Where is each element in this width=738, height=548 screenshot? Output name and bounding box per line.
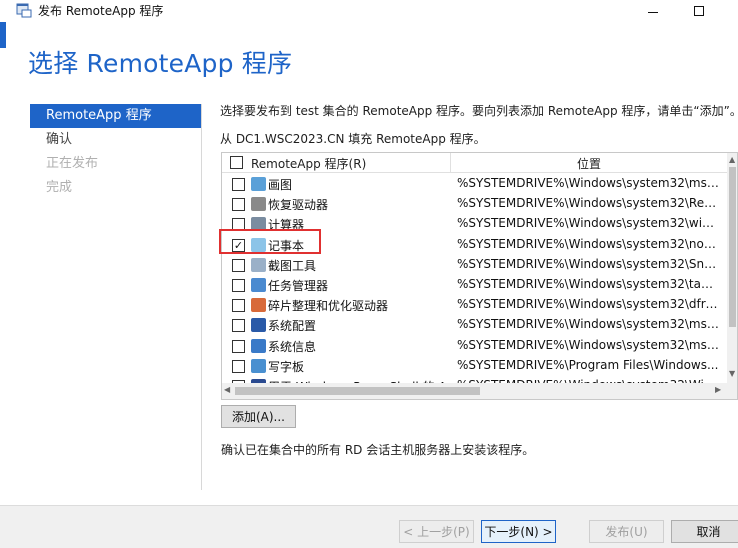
previous-button[interactable]: < 上一步(P) — [399, 520, 474, 543]
row-checkbox[interactable] — [232, 278, 245, 292]
vertical-scrollbar[interactable]: ▲ ▼ — [727, 153, 737, 383]
select-all-checkbox[interactable] — [230, 156, 243, 169]
app-name: 画图 — [268, 178, 293, 192]
list-rows: 画图 %SYSTEMDRIVE%\Windows\system32\msp...… — [222, 174, 727, 388]
minimize-icon — [648, 11, 658, 13]
instruction-text: 选择要发布到 test 集合的 RemoteApp 程序。要向列表添加 Remo… — [220, 104, 738, 118]
row-checkbox[interactable] — [232, 299, 245, 313]
cancel-button[interactable]: 取消 — [671, 520, 738, 543]
app-location: %SYSTEMDRIVE%\Windows\system32\Rec... — [457, 196, 719, 211]
task-manager-icon — [251, 277, 266, 292]
scroll-up-icon[interactable]: ▲ — [729, 155, 735, 164]
confirm-text: 确认已在集合中的所有 RD 会话主机服务器上安装该程序。 — [221, 443, 535, 457]
list-item[interactable]: 恢复驱动器 %SYSTEMDRIVE%\Windows\system32\Rec… — [222, 194, 727, 214]
remoteapp-list[interactable]: RemoteApp 程序(R) 位置 画图 %SYSTEMDRIVE%\Wind… — [221, 152, 738, 400]
minimize-button[interactable] — [630, 0, 676, 22]
app-name: 恢复驱动器 — [268, 198, 329, 213]
window-accent-bar — [0, 22, 6, 48]
app-location: %SYSTEMDRIVE%\Program Files\Windows... — [457, 357, 719, 372]
maximize-icon — [694, 6, 704, 16]
row-checkbox[interactable] — [232, 258, 245, 272]
app-location: %SYSTEMDRIVE%\Windows\system32\dfrg... — [457, 297, 719, 312]
column-header-location[interactable]: 位置 — [451, 155, 727, 172]
column-header-name[interactable]: RemoteApp 程序(R) — [251, 155, 366, 172]
app-location: %SYSTEMDRIVE%\Windows\system32\msc... — [457, 317, 719, 332]
list-item[interactable]: 截图工具 %SYSTEMDRIVE%\Windows\system32\Snip… — [222, 255, 727, 275]
row-checkbox[interactable] — [232, 178, 245, 191]
app-name: 写字板 — [268, 359, 305, 374]
list-item[interactable]: 碎片整理和优化驱动器 %SYSTEMDRIVE%\Windows\system3… — [222, 295, 727, 315]
list-item[interactable]: 任务管理器 %SYSTEMDRIVE%\Windows\system32\tas… — [222, 275, 727, 295]
app-location: %SYSTEMDRIVE%\Windows\system32\Snip... — [457, 256, 719, 271]
add-button[interactable]: 添加(A)... — [221, 405, 296, 428]
vertical-scroll-thumb[interactable] — [729, 167, 736, 327]
list-header: RemoteApp 程序(R) 位置 — [222, 153, 727, 173]
publish-button[interactable]: 发布(U) — [589, 520, 664, 543]
wizard-nav: RemoteApp 程序 确认 正在发布 完成 — [30, 104, 201, 200]
snipping-tool-icon — [251, 257, 266, 272]
scroll-right-icon[interactable]: ▶ — [715, 385, 721, 394]
nav-divider — [201, 104, 202, 490]
row-checkbox[interactable] — [232, 319, 245, 333]
app-location: %SYSTEMDRIVE%\Windows\system32\msin... — [457, 337, 719, 352]
recovery-drive-icon — [251, 197, 266, 212]
app-location: %SYSTEMDRIVE%\Windows\system32\note... — [457, 236, 719, 251]
row-checkbox[interactable] — [232, 198, 245, 212]
horizontal-scroll-thumb[interactable] — [235, 387, 480, 395]
selection-highlight — [219, 229, 321, 254]
next-button[interactable]: 下一步(N) > — [481, 520, 556, 543]
paint-icon — [251, 177, 266, 191]
nav-item-complete: 完成 — [46, 180, 73, 195]
app-icon — [16, 3, 32, 18]
list-item[interactable]: 写字板 %SYSTEMDRIVE%\Program Files\Windows.… — [222, 356, 727, 376]
scrollbar-corner — [727, 383, 737, 399]
app-name: 系统信息 — [268, 339, 317, 354]
app-location: %SYSTEMDRIVE%\Windows\system32\msp... — [457, 176, 719, 190]
app-name: 截图工具 — [268, 258, 317, 273]
maximize-button[interactable] — [676, 0, 722, 22]
wordpad-icon — [251, 358, 266, 373]
system-config-icon — [251, 318, 266, 333]
row-checkbox[interactable] — [232, 359, 245, 373]
row-checkbox[interactable] — [232, 339, 245, 353]
horizontal-scrollbar[interactable]: ◀ ▶ — [222, 383, 727, 399]
title-bar: 发布 RemoteApp 程序 — [0, 0, 738, 22]
page-title: 选择 RemoteApp 程序 — [28, 49, 293, 78]
app-name: 系统配置 — [268, 319, 317, 334]
nav-item-confirm[interactable]: 确认 — [30, 128, 201, 152]
defrag-icon — [251, 298, 266, 313]
nav-item-publishing: 正在发布 — [46, 156, 99, 171]
app-name: 任务管理器 — [268, 278, 329, 293]
window-title: 发布 RemoteApp 程序 — [38, 4, 164, 18]
app-location: %SYSTEMDRIVE%\Windows\system32\win3... — [457, 216, 719, 231]
app-location: %SYSTEMDRIVE%\Windows\system32\task... — [457, 276, 719, 291]
nav-item-remoteapp[interactable]: RemoteApp 程序 — [30, 104, 201, 128]
system-info-icon — [251, 338, 266, 353]
list-item[interactable]: 画图 %SYSTEMDRIVE%\Windows\system32\msp... — [222, 174, 727, 194]
list-item[interactable]: 系统配置 %SYSTEMDRIVE%\Windows\system32\msc.… — [222, 315, 727, 335]
scroll-left-icon[interactable]: ◀ — [224, 385, 230, 394]
app-name: 碎片整理和优化驱动器 — [268, 299, 389, 314]
source-text: 从 DC1.WSC2023.CN 填充 RemoteApp 程序。 — [220, 132, 486, 146]
list-item[interactable]: 系统信息 %SYSTEMDRIVE%\Windows\system32\msin… — [222, 336, 727, 356]
scroll-down-icon[interactable]: ▼ — [729, 369, 735, 378]
